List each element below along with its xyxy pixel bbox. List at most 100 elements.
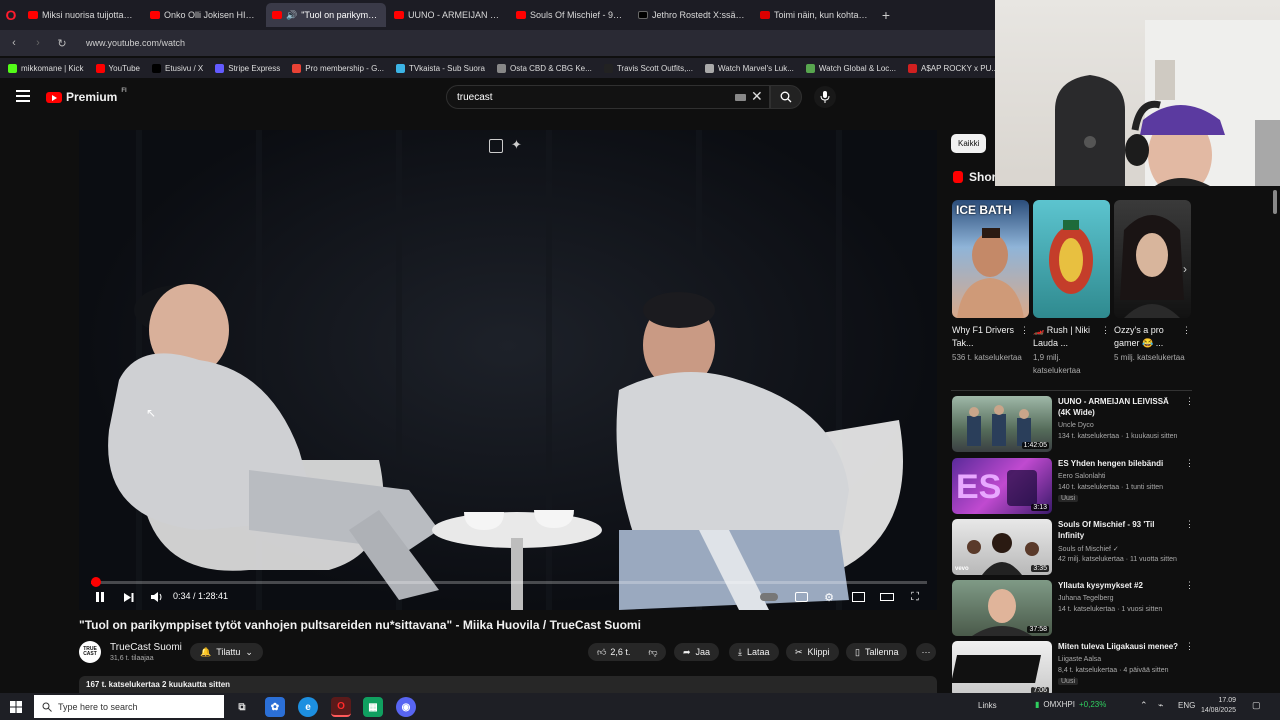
new-tab-button[interactable]: + — [876, 5, 896, 25]
bookmark-item[interactable]: A$AP ROCKY x PU... — [907, 63, 995, 73]
kebab-menu-icon[interactable]: ⋮ — [1185, 580, 1194, 591]
recommended-video[interactable]: vevo 3:35 Souls Of Mischief - 93 'Til In… — [952, 519, 1194, 577]
reload-icon[interactable]: ↻ — [54, 35, 70, 51]
video-title[interactable]: Souls Of Mischief - 93 'Til Infinity — [1058, 519, 1180, 541]
kebab-menu-icon[interactable]: ⋮ — [1185, 396, 1194, 407]
recommended-video[interactable]: 1:42:05 UUNO - ARMEIJAN LEIVISSÄ (4K Wid… — [952, 396, 1194, 454]
network-icon[interactable]: ⌁ — [1158, 700, 1163, 711]
channel-name[interactable]: Uncle Dyco — [1058, 422, 1094, 429]
kebab-menu-icon[interactable]: ⋮ — [1101, 324, 1110, 337]
browser-tab[interactable]: Jethro Rostedt X:ssä: "Peu — [632, 3, 752, 27]
spreadsheet-app-icon[interactable]: ▦ — [363, 697, 383, 717]
bookmark-item[interactable]: TVkaista - Sub Suora — [395, 63, 485, 73]
subscribed-button[interactable]: 🔔 Tilattu ⌄ — [190, 643, 263, 661]
browser-tab[interactable]: Toimi näin, kun kohtaat p — [754, 3, 874, 27]
opera-logo-icon[interactable]: O — [0, 0, 22, 30]
bookmark-item[interactable]: Pro membership - G... — [292, 63, 384, 73]
bookmark-item[interactable]: YouTube — [95, 63, 140, 73]
miniplayer-icon[interactable] — [489, 139, 503, 153]
subtitles-icon[interactable] — [793, 589, 809, 605]
input-language[interactable]: ENG — [1178, 701, 1195, 710]
tray-chevron-up-icon[interactable]: ⌃ — [1140, 700, 1148, 711]
hamburger-menu-icon[interactable] — [16, 90, 30, 102]
autoplay-toggle[interactable] — [759, 589, 779, 605]
copilot-icon[interactable]: ✿ — [265, 697, 285, 717]
next-icon[interactable] — [121, 589, 135, 605]
video-thumbnail[interactable]: 7:06 — [952, 641, 1052, 697]
clip-button[interactable]: ✂ Klippi — [786, 643, 839, 661]
like-button[interactable]: 👍︎ 2,6 t. — [597, 647, 630, 658]
channel-name[interactable]: Juhana Tegelberg — [1058, 595, 1114, 602]
url-field[interactable]: www.youtube.com/watch — [86, 38, 185, 48]
kebab-menu-icon[interactable]: ⋮ — [1185, 641, 1194, 652]
video-player[interactable]: ✦ 0:34 / 1:28:41 ⚙ ⛶ — [79, 130, 937, 610]
windows-start-icon[interactable] — [0, 693, 32, 720]
recommended-video[interactable]: ES 3:13 ES Yhden hengen bilebändi Eero S… — [952, 458, 1194, 516]
progress-bar[interactable] — [91, 577, 927, 587]
video-title[interactable]: Miten tuleva Liigakausi menee? — [1058, 641, 1180, 652]
opera-taskbar-icon[interactable]: O — [331, 697, 351, 717]
back-icon[interactable]: ‹ — [6, 35, 22, 51]
search-input[interactable]: truecast ✕ — [446, 85, 770, 109]
kebab-menu-icon[interactable]: ⋮ — [1182, 324, 1191, 337]
chip-all[interactable]: Kaikki — [951, 134, 987, 153]
keyboard-icon[interactable] — [735, 94, 746, 101]
bookmark-item[interactable]: Watch Global & Loc... — [805, 63, 896, 73]
share-button[interactable]: ➦ Jaa — [674, 643, 720, 661]
system-clock[interactable]: 17.09 14/08/2025 — [1200, 696, 1236, 716]
voice-search-button[interactable] — [814, 86, 836, 108]
browser-tab[interactable]: UUNO - ARMEIJAN LEIVISS — [388, 3, 508, 27]
taskbar-search-input[interactable]: Type here to search — [34, 695, 224, 718]
miniplayer-button-icon[interactable] — [850, 589, 866, 605]
video-thumbnail[interactable]: 37:58 — [952, 580, 1052, 636]
browser-tab[interactable]: Miksi nuorisa tuijottaa? | — [22, 3, 142, 27]
shorts-next-chevron-icon[interactable]: › — [1183, 262, 1197, 276]
channel-name[interactable]: Eero Salonlahti — [1058, 473, 1105, 480]
video-title[interactable]: Yllauta kysymykset #2 — [1058, 580, 1180, 591]
notification-icon[interactable]: ▢ — [1252, 700, 1261, 711]
bookmark-item[interactable]: mikkomane | Kick — [8, 63, 84, 73]
recommended-video[interactable]: 37:58 Yllauta kysymykset #2 Juhana Tegel… — [952, 580, 1194, 638]
video-thumbnail[interactable]: ES 3:13 — [952, 458, 1052, 514]
bookmark-item[interactable]: Watch Marvel's Luk... — [704, 63, 794, 73]
kebab-menu-icon[interactable]: ⋮ — [1020, 324, 1029, 337]
kebab-menu-icon[interactable]: ⋮ — [1185, 458, 1194, 469]
video-thumbnail[interactable]: 1:42:05 — [952, 396, 1052, 452]
save-button[interactable]: ▯ Tallenna — [846, 643, 908, 661]
bookmark-item[interactable]: Etusivu / X — [151, 63, 203, 73]
video-title[interactable]: ES Yhden hengen bilebändi — [1058, 458, 1180, 469]
edge-icon[interactable]: e — [298, 697, 318, 717]
short-thumbnail[interactable] — [1033, 200, 1110, 318]
task-view-icon[interactable]: ⧉ — [232, 697, 252, 717]
discord-icon[interactable]: ◉ — [396, 697, 416, 717]
scrollbar[interactable] — [1272, 186, 1278, 692]
stock-widget[interactable]: ▮ OMXHPI +0,23% — [1035, 700, 1106, 709]
channel-name[interactable]: Liigaste Aalsa — [1058, 656, 1101, 663]
scrollbar-thumb[interactable] — [1273, 190, 1277, 214]
pause-icon[interactable] — [93, 589, 107, 605]
bookmark-item[interactable]: Travis Scott Outfits,... — [603, 63, 693, 73]
fullscreen-icon[interactable]: ⛶ — [907, 589, 923, 605]
more-actions-button[interactable]: ··· — [916, 643, 936, 661]
browser-tab-active[interactable]: 🔊 "Tuol on parikympp... — [266, 3, 386, 27]
short-item[interactable]: ICE BATH Why F1 Drivers Tak... ⋮ 536 t. k… — [952, 200, 1029, 364]
browser-tab[interactable]: Souls Of Mischief - 93 'Til — [510, 3, 630, 27]
download-button[interactable]: ⤓ Lataa — [729, 643, 779, 661]
tray-links[interactable]: Links — [978, 701, 997, 710]
youtube-premium-logo[interactable]: Premium FI — [46, 88, 127, 104]
forward-icon[interactable]: › — [30, 35, 46, 51]
kebab-menu-icon[interactable]: ⋮ — [1185, 519, 1194, 530]
bookmark-item[interactable]: Stripe Express — [215, 63, 280, 73]
settings-gear-icon[interactable]: ⚙ — [821, 589, 837, 605]
channel-name-link[interactable]: TrueCast Suomi — [110, 642, 182, 653]
video-title[interactable]: UUNO - ARMEIJAN LEIVISSÄ (4K Wide) — [1058, 396, 1180, 418]
channel-name[interactable]: Souls of Mischief ✓ — [1058, 545, 1119, 553]
search-button[interactable] — [770, 85, 802, 109]
short-item[interactable]: 🏎️ Rush | Niki Lauda ... ⋮ 1,9 milj. kats… — [1033, 200, 1110, 377]
browser-tab[interactable]: Onko Olli Jokisen HIFK pe — [144, 3, 264, 27]
dislike-button[interactable]: 👎︎ — [648, 647, 657, 658]
bookmark-item[interactable]: Osta CBD & CBG Ke... — [497, 63, 592, 73]
clear-search-icon[interactable]: ✕ — [751, 88, 763, 105]
short-thumbnail[interactable]: ICE BATH — [952, 200, 1029, 318]
video-thumbnail[interactable]: vevo 3:35 — [952, 519, 1052, 575]
